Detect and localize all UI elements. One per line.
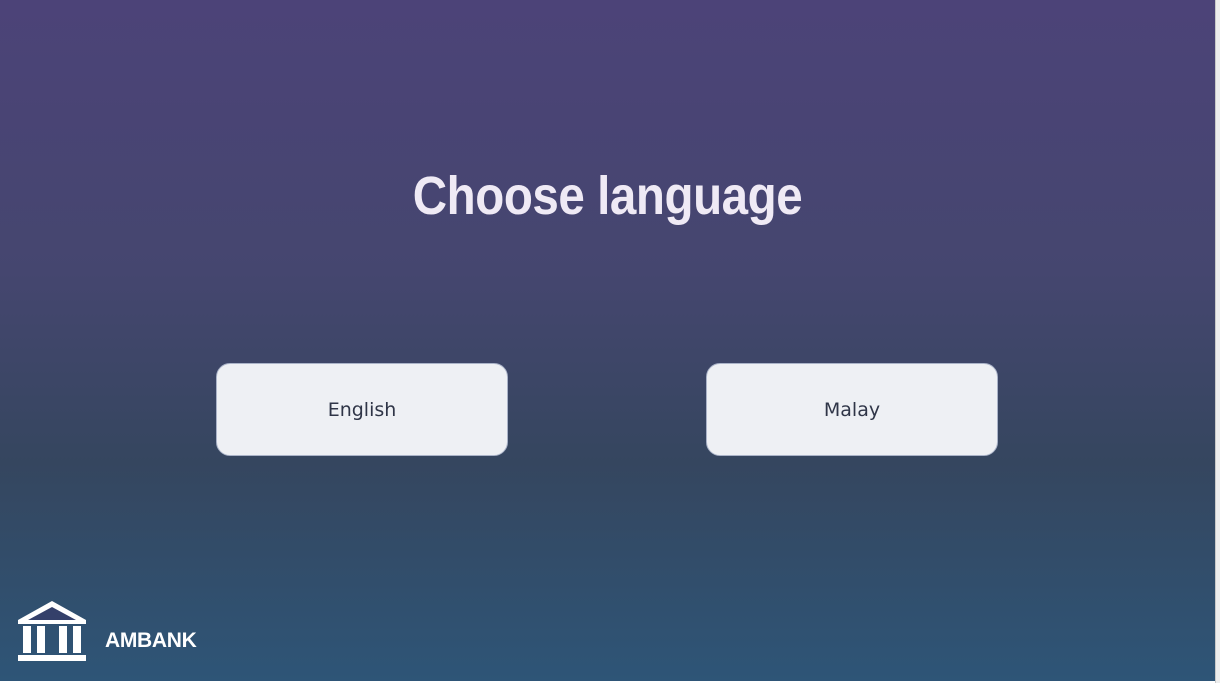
language-selection-screen: Choose language English Malay AMBANK [0,0,1215,681]
page-title: Choose language [412,166,803,226]
bank-building-icon [18,601,86,661]
english-button[interactable]: English [216,363,508,456]
bank-name: AMBANK [105,629,197,652]
malay-button[interactable]: Malay [706,363,998,456]
english-button-label: English [327,398,397,421]
malay-button-label: Malay [823,398,881,421]
window-edge [1215,0,1220,683]
